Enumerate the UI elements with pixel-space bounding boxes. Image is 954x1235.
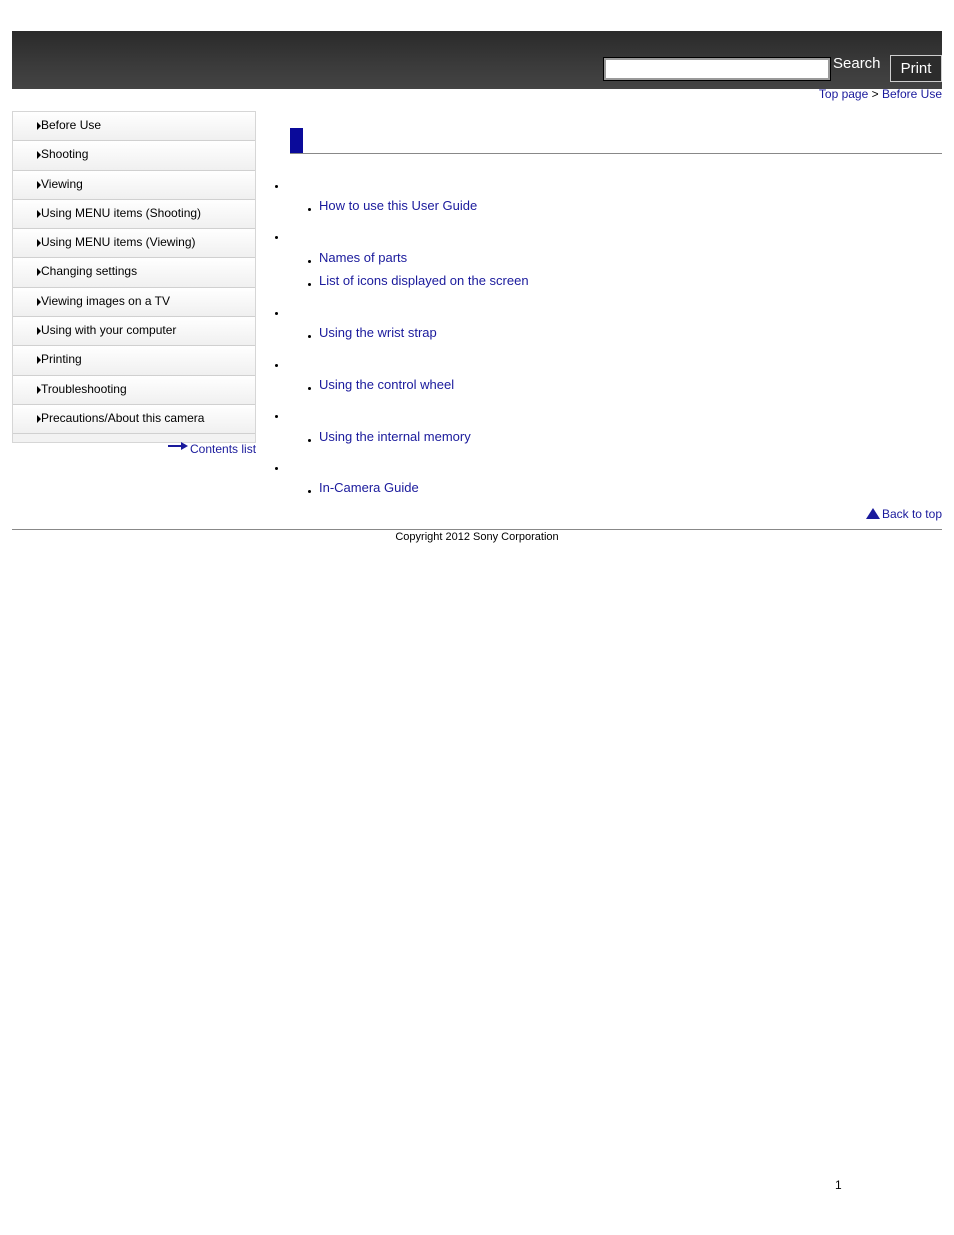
link-wrist-strap[interactable]: Using the wrist strap [319, 325, 437, 340]
sidebar-item-label: Changing settings [41, 264, 138, 279]
sidebar-item-computer[interactable]: Using with your computer [13, 317, 255, 347]
sidebar-item-printing[interactable]: Printing [13, 346, 255, 376]
title-divider [290, 153, 942, 154]
page-title-accent [290, 128, 303, 153]
sidebar-item-label: Troubleshooting [41, 381, 127, 396]
sidebar-item-label: Viewing [41, 176, 83, 191]
link-how-to-use-guide[interactable]: How to use this User Guide [319, 198, 477, 213]
category-bullet [275, 467, 278, 470]
link-bullet [308, 490, 311, 493]
triangle-up-icon [865, 508, 880, 519]
search-button[interactable]: Search [833, 55, 881, 72]
link-bullet [308, 283, 311, 286]
category-bullet [275, 236, 278, 239]
category-bullet [275, 415, 278, 418]
copyright-text: Copyright 2012 Sony Corporation [395, 531, 559, 543]
arrow-right-icon [168, 442, 188, 450]
sidebar-item-label: Using MENU items (Viewing) [41, 235, 196, 250]
search-input[interactable] [603, 57, 831, 81]
print-button[interactable]: Print [890, 55, 942, 82]
link-in-camera-guide[interactable]: In-Camera Guide [319, 480, 419, 495]
sidebar-nav: Before Use Shooting Viewing Using MENU i… [12, 111, 256, 444]
sidebar-item-precautions[interactable]: Precautions/About this camera [13, 404, 255, 435]
sidebar-item-viewing-on-tv[interactable]: Viewing images on a TV [13, 287, 255, 318]
category-bullet [275, 312, 278, 315]
back-to-top-label: Back to top [881, 507, 942, 521]
link-bullet [308, 260, 311, 263]
category-bullet [275, 364, 278, 367]
link-bullet [308, 387, 311, 390]
sidebar-item-label: Printing [41, 352, 82, 367]
link-names-of-parts[interactable]: Names of parts [319, 250, 407, 265]
header-bar: Search Print [12, 31, 942, 89]
breadcrumb-top-page[interactable]: Top page [819, 87, 868, 101]
sidebar-item-label: Before Use [41, 118, 102, 132]
link-control-wheel[interactable]: Using the control wheel [319, 377, 454, 392]
link-bullet [308, 335, 311, 338]
contents-list-link[interactable]: Contents list [168, 442, 256, 456]
sidebar-item-troubleshooting[interactable]: Troubleshooting [13, 375, 255, 405]
breadcrumb-current[interactable]: Before Use [882, 87, 942, 101]
sidebar-item-shooting[interactable]: Shooting [13, 141, 255, 171]
breadcrumb: Top page > Before Use [819, 87, 942, 101]
sidebar-item-menu-viewing[interactable]: Using MENU items (Viewing) [13, 229, 255, 259]
link-internal-memory[interactable]: Using the internal memory [319, 429, 471, 444]
link-bullet [308, 439, 311, 442]
sidebar-item-label: Viewing images on a TV [41, 293, 170, 308]
back-to-top-link[interactable]: Back to top [865, 507, 942, 521]
link-bullet [308, 208, 311, 211]
sidebar-item-menu-shooting[interactable]: Using MENU items (Shooting) [13, 199, 255, 230]
sidebar-item-viewing[interactable]: Viewing [13, 170, 255, 200]
page-number: 1 [835, 1178, 842, 1192]
category-bullet [275, 185, 278, 188]
sidebar-item-label: Using MENU items (Shooting) [41, 205, 202, 220]
breadcrumb-separator: > [868, 87, 882, 101]
contents-list-label: Contents list [190, 442, 257, 456]
sidebar-item-label: Shooting [41, 147, 89, 162]
sidebar-item-label: Using with your computer [41, 323, 177, 338]
sidebar-item-changing-settings[interactable]: Changing settings [13, 258, 255, 288]
sidebar-item-before-use[interactable]: Before Use [13, 112, 255, 142]
link-list-of-icons[interactable]: List of icons displayed on the screen [319, 273, 529, 288]
sidebar-item-label: Precautions/About this camera [41, 410, 205, 425]
